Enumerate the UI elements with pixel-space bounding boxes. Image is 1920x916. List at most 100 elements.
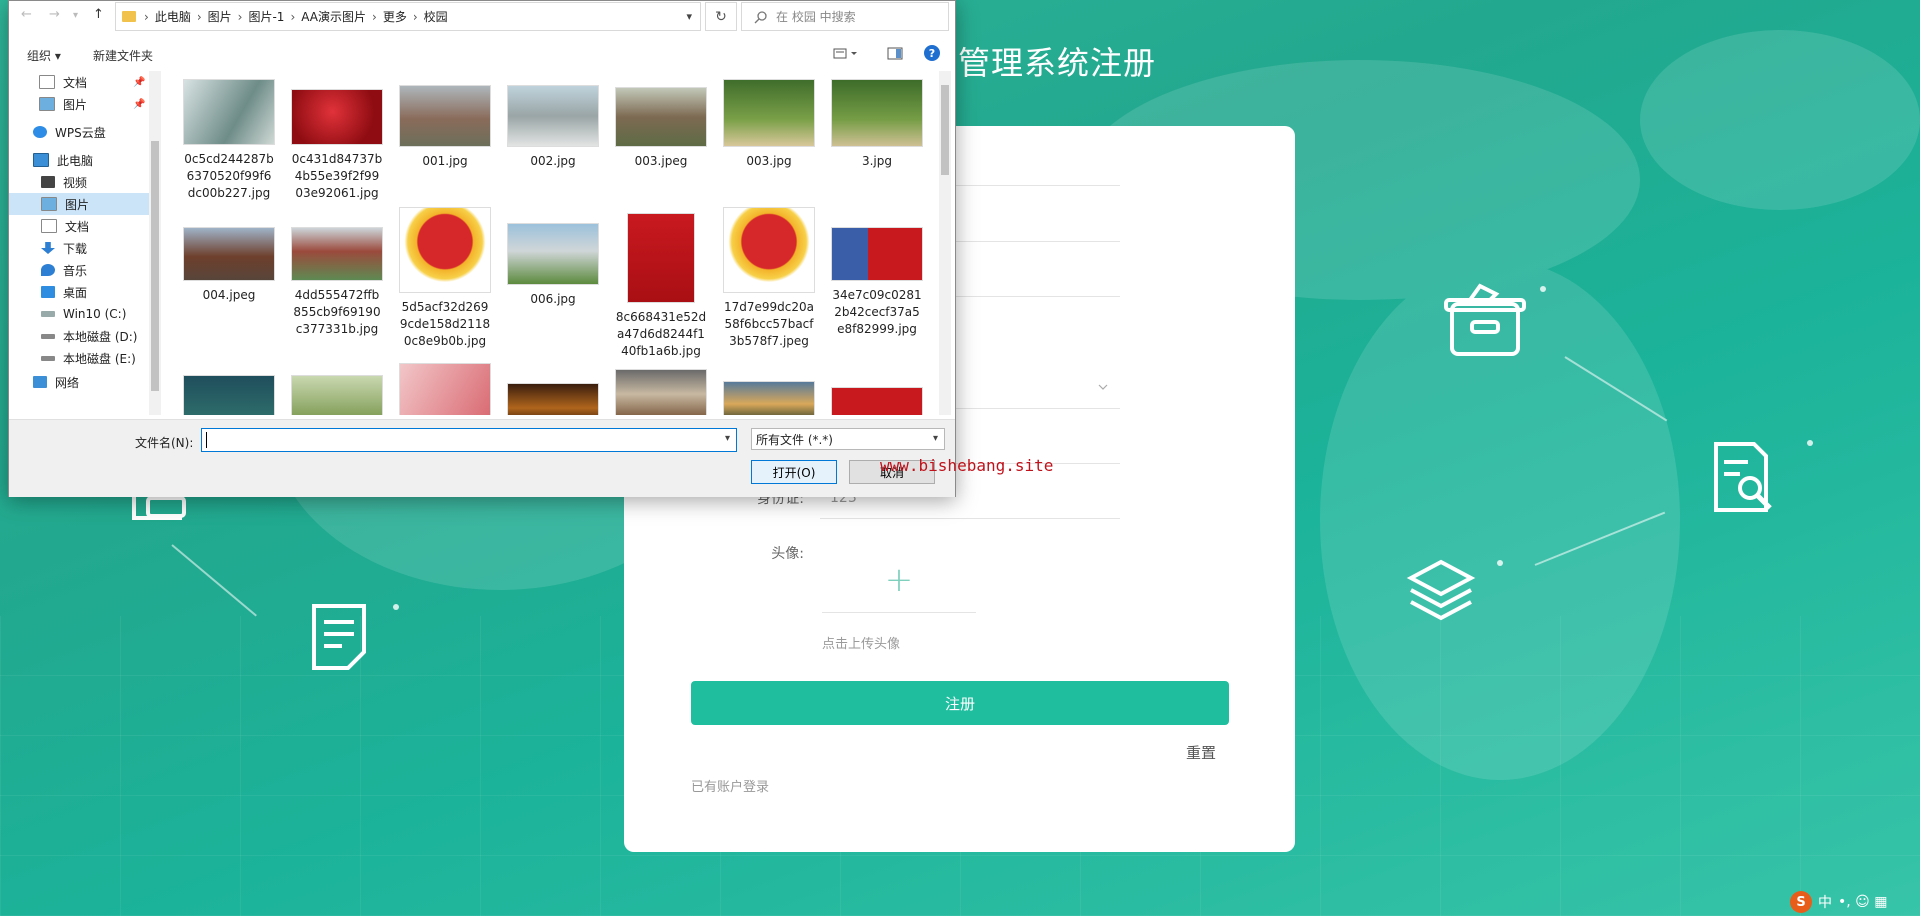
file-item[interactable]: 004.jpeg [179,205,279,304]
file-item[interactable] [503,361,603,415]
file-item[interactable]: 3.jpg [827,71,927,170]
filename-input[interactable]: ▾ [201,428,737,452]
file-item[interactable]: 0c431d84737b4b55e39f2f9903e92061.jpg [287,71,387,202]
music-icon [41,264,55,276]
file-item[interactable]: 17d7e99dc20a58f6bcc57bacf3b578f7.jpeg [719,205,819,350]
drive-icon [41,311,55,317]
avatar-upload[interactable]: + [822,548,976,613]
dropdown-button[interactable]: ▾ [73,10,78,21]
nav-item-this-pc[interactable]: 此电脑 [9,149,149,171]
path-separator: › [144,9,149,24]
file-name: 003.jpeg [634,154,688,168]
preview-pane-icon[interactable] [887,47,903,61]
breadcrumb-item[interactable]: 更多 [383,8,407,25]
file-thumbnail [627,213,695,303]
file-thumbnail [831,79,923,147]
chevron-down-icon[interactable]: ▾ [725,433,730,444]
file-item[interactable]: 5d5acf32d2699cde158d21180c8e9b0b.jpg [395,205,495,350]
breadcrumb-item[interactable]: 校园 [424,8,448,25]
file-item[interactable] [611,361,711,415]
nav-item-drive-d[interactable]: 本地磁盘 (D:) [9,325,149,347]
file-thumbnail [183,375,275,415]
breadcrumb-item[interactable]: AA演示图片 [301,8,366,25]
nav-label: 音乐 [63,263,88,278]
up-button[interactable]: ↑ [93,7,104,22]
file-type-select[interactable]: 所有文件 (*.*) ▾ [751,428,945,450]
address-bar[interactable]: › 此电脑 › 图片 › 图片-1 › AA演示图片 › 更多 › 校园 ▾ [115,2,701,31]
file-item[interactable] [179,361,279,415]
download-icon [41,242,55,254]
ime-options[interactable]: •, ☺ ▦ [1838,894,1887,910]
file-item[interactable]: 0c5cd244287b6370520f99f6dc00b227.jpg [179,71,279,202]
nav-label: WPS云盘 [55,125,106,140]
plus-icon: + [884,560,914,600]
reset-button[interactable]: 重置 [1186,742,1216,763]
file-scrollbar[interactable] [939,71,951,415]
sogou-logo-icon: S [1790,891,1812,913]
deco-dot [1807,440,1813,446]
document-icon [39,75,55,89]
address-row: ← → ▾ ↑ › 此电脑 › 图片 › 图片-1 › AA演示图片 › 更多 … [9,1,955,31]
file-thumbnail [399,363,491,415]
pin-icon: 📌 [133,76,146,88]
nav-scrollbar[interactable] [149,71,161,415]
nav-item-videos[interactable]: 视频 [9,171,149,193]
search-input[interactable]: 在 校园 中搜索 [741,2,949,31]
file-item[interactable]: 002.jpg [503,71,603,170]
cloud-icon [33,126,47,138]
file-item[interactable]: 003.jpeg [611,71,711,170]
breadcrumb-item[interactable]: 图片-1 [248,8,284,25]
nav-item-drive-c[interactable]: Win10 (C:) [9,303,149,325]
file-item[interactable]: 8c668431e52da47d6d8244f140fb1a6b.jpg [611,205,711,360]
file-name: 3.jpg [861,154,893,168]
file-item[interactable]: 4dd555472ffb855cb9f69190c377331b.jpg [287,205,387,338]
nav-item-documents-pc[interactable]: 文档 [9,215,149,237]
open-button[interactable]: 打开(O) [751,460,837,484]
back-button[interactable]: ← [21,7,32,22]
breadcrumb-item[interactable]: 图片 [208,8,232,25]
nav-item-downloads[interactable]: 下载 [9,237,149,259]
nav-item-network[interactable]: 网络 [9,371,149,393]
file-thumbnail [615,87,707,147]
file-item[interactable] [395,361,495,415]
file-item[interactable] [719,361,819,415]
nav-scrollbar-thumb[interactable] [151,141,159,391]
forward-button[interactable]: → [49,7,60,22]
search-document-icon [1714,442,1772,512]
nav-item-pictures[interactable]: 图片 📌 [9,93,149,115]
nav-item-documents[interactable]: 文档 📌 [9,71,149,93]
nav-item-desktop[interactable]: 桌面 [9,281,149,303]
text-caret [206,432,207,448]
nav-item-drive-e[interactable]: 本地磁盘 (E:) [9,347,149,369]
file-name: 004.jpeg [202,288,256,302]
file-item[interactable]: 001.jpg [395,71,495,170]
file-item[interactable]: 003.jpg [719,71,819,170]
pin-icon: 📌 [133,98,146,110]
file-item[interactable] [287,361,387,415]
nav-label: 图片 [63,97,88,112]
file-scrollbar-thumb[interactable] [941,85,949,175]
deco-dot [1540,286,1546,292]
file-name: 001.jpg [422,154,468,168]
login-link[interactable]: 已有账户登录 [691,776,769,795]
organize-button[interactable]: 组织 ▾ [27,47,61,64]
network-icon [33,376,47,388]
refresh-icon: ↻ [715,8,727,25]
nav-item-wps-cloud[interactable]: WPS云盘 [9,121,149,143]
file-item[interactable] [827,361,927,415]
refresh-button[interactable]: ↻ [705,2,737,31]
view-options-icon[interactable] [833,47,859,61]
nav-item-pictures-pc[interactable]: 图片 [9,193,149,215]
chevron-down-icon[interactable]: ▾ [686,10,692,23]
help-icon[interactable]: ? [924,45,940,61]
file-item[interactable]: 34e7c09c02812b42cecf37a5e8f82999.jpg [827,205,927,338]
register-button[interactable]: 注册 [691,681,1229,725]
breadcrumb-item[interactable]: 此电脑 [155,8,191,25]
new-folder-button[interactable]: 新建文件夹 [93,47,153,64]
ime-language[interactable]: 中 [1818,892,1832,912]
ime-toolbar[interactable]: S 中 •, ☺ ▦ [1790,890,1887,914]
chevron-down-icon[interactable] [1098,382,1108,392]
nav-label: 网络 [55,375,80,390]
file-item[interactable]: 006.jpg [503,205,603,308]
nav-item-music[interactable]: 音乐 [9,259,149,281]
